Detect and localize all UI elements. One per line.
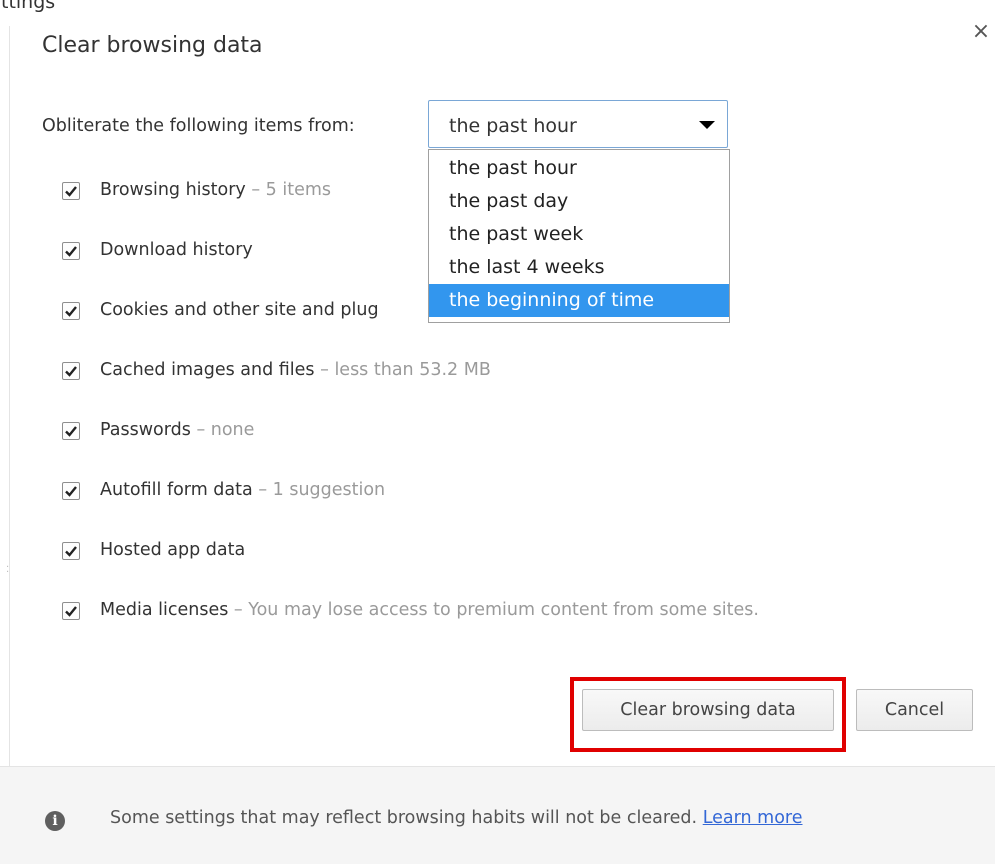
resize-grip-icon: · ·	[6, 562, 10, 578]
dropdown-option[interactable]: the past hour	[429, 152, 729, 185]
checkmark-icon	[65, 366, 77, 377]
checkbox[interactable]	[62, 482, 80, 500]
checkbox[interactable]	[62, 542, 80, 560]
footer-notice: Some settings that may reflect browsing …	[110, 808, 803, 828]
dialog-footer: i Some settings that may reflect browsin…	[0, 766, 995, 864]
checkbox-label-text: Cookies and other site and plug	[100, 300, 379, 320]
checkbox-label: Download history	[100, 240, 253, 260]
checkbox-detail-text: – less than 53.2 MB	[320, 360, 491, 380]
checkbox-label-text: Hosted app data	[100, 540, 246, 560]
checkbox-label-text: Autofill form data	[100, 480, 253, 500]
checkbox-detail-text: – none	[196, 420, 255, 440]
checkbox-label: Cookies and other site and plug	[100, 300, 379, 320]
checkbox-label-text: Browsing history	[100, 180, 246, 200]
checkmark-icon	[65, 486, 77, 497]
dropdown-arrow-icon	[699, 121, 715, 129]
checkmark-icon	[65, 606, 77, 617]
time-period-dropdown-list: the past hour the past day the past week th…	[428, 149, 730, 323]
highlight-annotation-box	[570, 677, 846, 752]
checkbox[interactable]	[62, 602, 80, 620]
checkbox-label: Media licenses – You may lose access to …	[100, 600, 759, 620]
dropdown-option[interactable]: the beginning of time	[429, 284, 729, 317]
checkbox-label: Browsing history – 5 items	[100, 180, 331, 200]
checkbox-label: Cached images and files – less than 53.2…	[100, 360, 491, 380]
checkbox-label: Passwords – none	[100, 420, 254, 440]
footer-notice-text: Some settings that may reflect browsing …	[110, 808, 698, 828]
dropdown-option[interactable]: the last 4 weeks	[429, 251, 729, 284]
learn-more-link[interactable]: Learn more	[703, 808, 803, 828]
checkbox-detail-text: – 1 suggestion	[258, 480, 386, 500]
checkbox[interactable]	[62, 302, 80, 320]
checkbox-label-text: Cached images and files	[100, 360, 315, 380]
checkbox[interactable]	[62, 362, 80, 380]
dialog-title: Clear browsing data	[42, 33, 263, 58]
checkbox-label-text: Download history	[100, 240, 253, 260]
dropdown-option[interactable]: the past day	[429, 185, 729, 218]
checkmark-icon	[65, 546, 77, 557]
checkmark-icon	[65, 426, 77, 437]
checkbox[interactable]	[62, 422, 80, 440]
settings-title-fragment: ttings	[1, 0, 56, 13]
checkbox-detail-text: – You may lose access to premium content…	[233, 600, 759, 620]
dropdown-option[interactable]: the past week	[429, 218, 729, 251]
time-period-select[interactable]: the past hour	[428, 100, 728, 148]
checkbox[interactable]	[62, 182, 80, 200]
info-icon: i	[45, 811, 65, 831]
checkbox-label: Autofill form data – 1 suggestion	[100, 480, 385, 500]
checkmark-icon	[65, 246, 77, 257]
checkbox-label: Hosted app data	[100, 540, 245, 560]
checkbox-label-text: Media licenses	[100, 600, 229, 620]
checkbox[interactable]	[62, 242, 80, 260]
checkmark-icon	[65, 186, 77, 197]
time-period-selected-value: the past hour	[449, 115, 577, 137]
checkbox-label-text: Passwords	[100, 420, 191, 440]
page-edge-divider	[9, 26, 10, 774]
checkmark-icon	[65, 306, 77, 317]
close-icon[interactable]: ×	[969, 17, 993, 47]
time-period-label: Obliterate the following items from:	[42, 116, 355, 136]
cancel-button[interactable]: Cancel	[856, 689, 973, 731]
checkbox-detail-text: – 5 items	[251, 180, 332, 200]
